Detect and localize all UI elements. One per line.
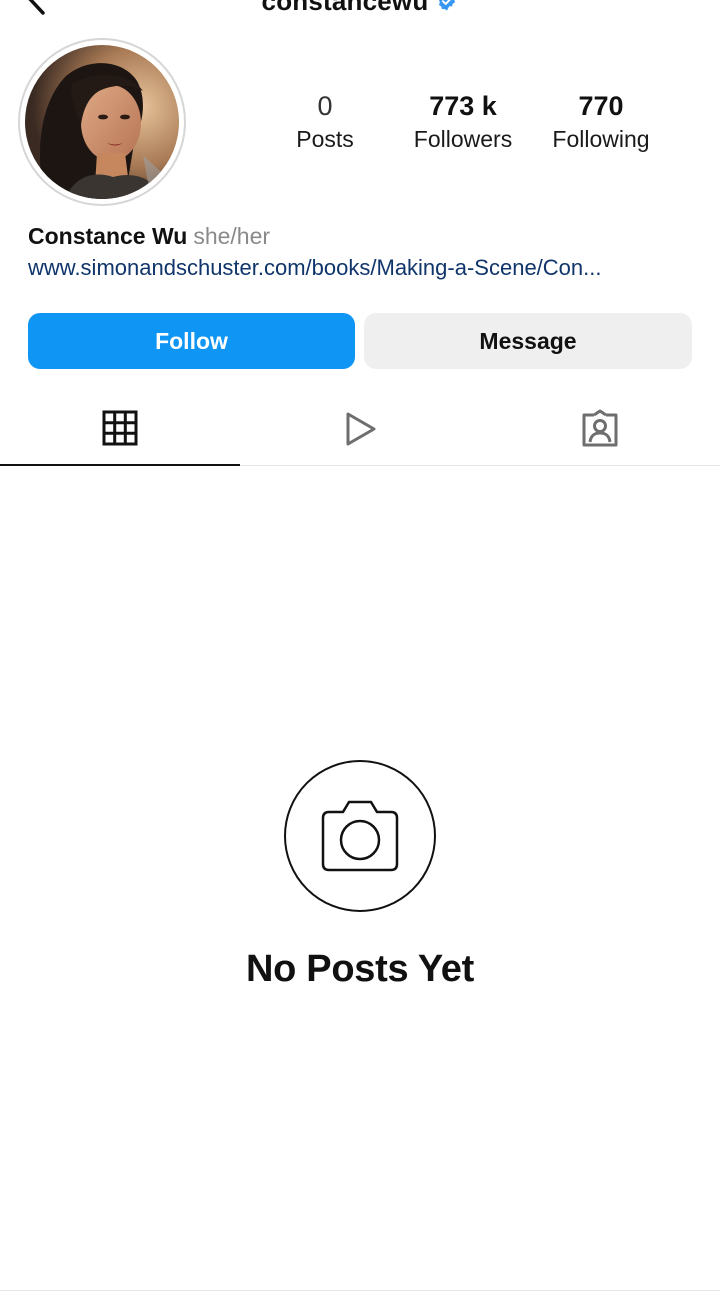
stat-value: 770 [578, 91, 624, 121]
message-button[interactable]: Message [364, 313, 692, 369]
avatar [25, 45, 179, 199]
verified-badge-icon [439, 0, 456, 11]
avatar-photo [25, 45, 179, 199]
stat-label: Posts [296, 126, 354, 152]
follow-button[interactable]: Follow [28, 313, 355, 369]
tagged-person-icon [582, 409, 618, 447]
pronouns: she/her [193, 223, 271, 249]
profile-tabs [0, 392, 720, 466]
tab-posts-grid[interactable] [0, 392, 240, 466]
stat-value: 773 k [429, 91, 497, 121]
reels-play-icon [346, 412, 376, 446]
stat-value: 0 [317, 91, 333, 121]
empty-state: No Posts Yet [0, 760, 720, 992]
website-link[interactable]: www.simonandschuster.com/books/Making-a-… [28, 253, 601, 283]
camera-circle [284, 760, 436, 912]
profile-stats: 0 Posts 773 k Followers 770 Following [255, 88, 695, 160]
empty-state-title: No Posts Yet [246, 948, 474, 990]
stat-following[interactable]: 770 Following [531, 88, 671, 154]
camera-icon [321, 800, 399, 872]
profile-name-line: Constance Wu she/her [28, 220, 270, 252]
stat-label: Following [552, 126, 650, 152]
profile-avatar[interactable] [18, 38, 186, 206]
stat-posts[interactable]: 0 Posts [255, 88, 395, 154]
username: constancewu [261, 0, 429, 16]
more-options-button[interactable] [644, 0, 680, 6]
stat-label: Followers [413, 126, 513, 152]
stat-followers[interactable]: 773 k Followers [393, 88, 533, 154]
tab-reels[interactable] [240, 392, 480, 466]
divider [0, 1290, 720, 1291]
tab-tagged[interactable] [480, 392, 720, 466]
username-header: constancewu [0, 0, 720, 16]
grid-icon [102, 410, 138, 446]
more-horizontal-icon [648, 0, 676, 2]
top-bar: constancewu [0, 0, 720, 20]
display-name: Constance Wu [28, 223, 188, 249]
